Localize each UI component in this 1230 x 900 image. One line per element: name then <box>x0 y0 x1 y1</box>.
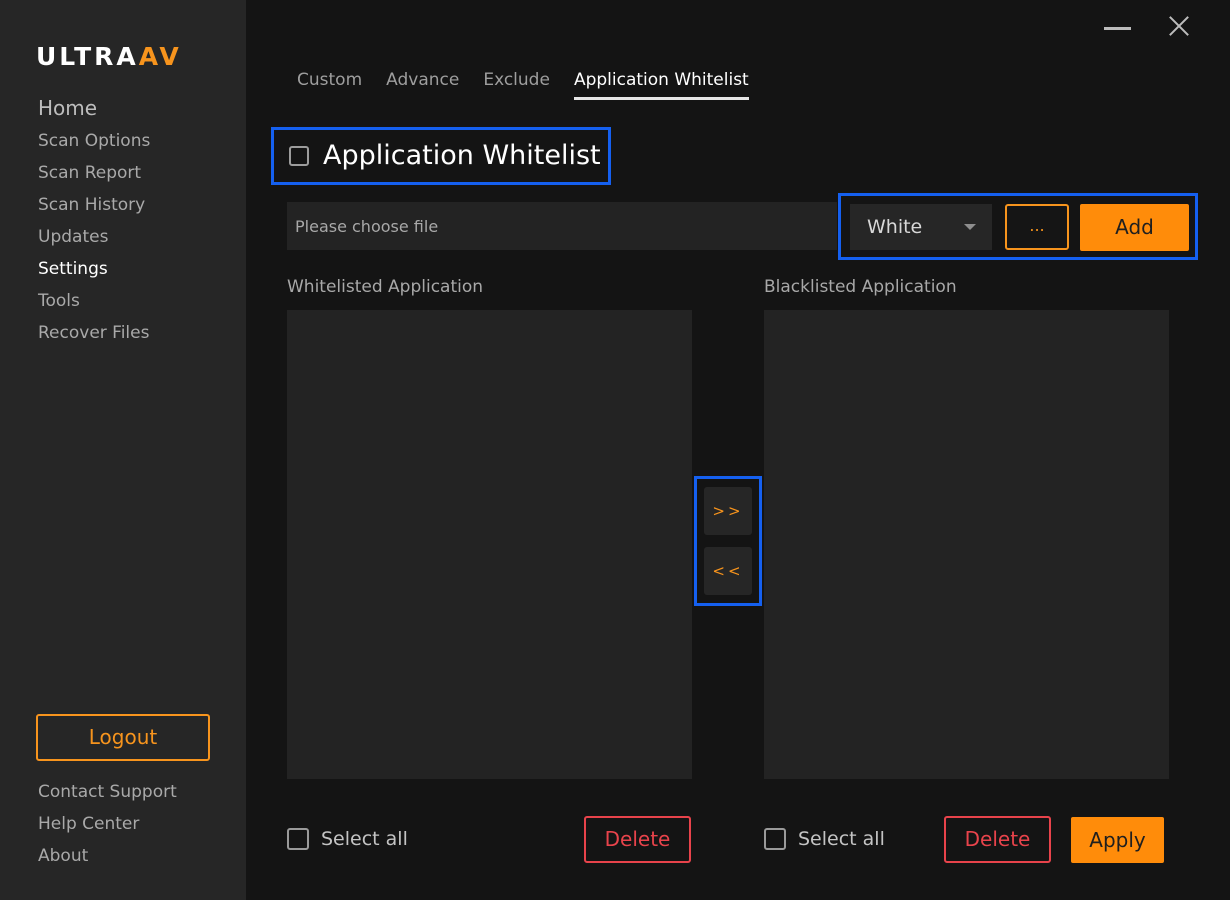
sidebar: ULTRAAV Home Scan Options Scan Report Sc… <box>0 0 246 900</box>
sidebar-item-home[interactable]: Home <box>38 95 150 128</box>
whitelist-label: Whitelisted Application <box>287 277 484 297</box>
blacklist-label: Blacklisted Application <box>764 277 957 297</box>
blacklist-select-all[interactable]: Select all <box>764 828 885 850</box>
file-path-input[interactable] <box>287 202 837 250</box>
sidebar-item-scan-options[interactable]: Scan Options <box>38 128 150 160</box>
logo-main-text: ULTRA <box>36 42 139 71</box>
tab-custom[interactable]: Custom <box>297 68 362 100</box>
whitelist-select-all[interactable]: Select all <box>287 828 408 850</box>
help-center-link[interactable]: Help Center <box>38 811 177 843</box>
sidebar-footer: Contact Support Help Center About <box>38 779 177 875</box>
sidebar-item-scan-report[interactable]: Scan Report <box>38 160 150 192</box>
sidebar-item-updates[interactable]: Updates <box>38 224 150 256</box>
add-controls: White ... Add <box>838 193 1198 260</box>
contact-support-link[interactable]: Contact Support <box>38 779 177 811</box>
tab-advance[interactable]: Advance <box>386 68 459 100</box>
move-controls: >> << <box>694 476 762 606</box>
section-header: Application Whitelist <box>271 127 611 185</box>
about-link[interactable]: About <box>38 843 177 875</box>
blacklist-select-all-label: Select all <box>798 828 885 850</box>
chevron-down-icon <box>964 224 976 230</box>
logo-accent-text: AV <box>138 42 182 71</box>
whitelist-select-all-checkbox[interactable] <box>287 828 309 850</box>
whitelist-delete-button[interactable]: Delete <box>584 816 691 863</box>
sidebar-item-recover-files[interactable]: Recover Files <box>38 320 150 352</box>
tab-application-whitelist[interactable]: Application Whitelist <box>573 68 749 100</box>
app-logo: ULTRAAV <box>36 42 182 71</box>
enable-whitelist-checkbox[interactable] <box>289 146 309 166</box>
whitelist-list[interactable] <box>287 310 692 779</box>
blacklist-delete-button[interactable]: Delete <box>944 816 1051 863</box>
browse-button[interactable]: ... <box>1005 204 1069 250</box>
minimize-icon[interactable] <box>1104 27 1131 30</box>
blacklist-select-all-checkbox[interactable] <box>764 828 786 850</box>
sidebar-nav: Home Scan Options Scan Report Scan Histo… <box>38 95 150 352</box>
apply-button[interactable]: Apply <box>1071 817 1164 863</box>
sidebar-item-scan-history[interactable]: Scan History <box>38 192 150 224</box>
sidebar-item-settings[interactable]: Settings <box>38 256 150 288</box>
whitelist-select-all-label: Select all <box>321 828 408 850</box>
list-type-select[interactable]: White <box>850 204 992 250</box>
logout-button[interactable]: Logout <box>36 714 210 761</box>
section-title: Application Whitelist <box>323 140 601 171</box>
close-icon[interactable] <box>1166 12 1192 40</box>
move-to-whitelist-button[interactable]: << <box>704 547 752 595</box>
blacklist-list[interactable] <box>764 310 1169 779</box>
sidebar-item-tools[interactable]: Tools <box>38 288 150 320</box>
list-type-value: White <box>867 216 923 238</box>
settings-tabs: Custom Advance Exclude Application White… <box>297 68 773 100</box>
add-button[interactable]: Add <box>1080 204 1189 251</box>
move-to-blacklist-button[interactable]: >> <box>704 487 752 535</box>
tab-exclude[interactable]: Exclude <box>483 68 550 100</box>
